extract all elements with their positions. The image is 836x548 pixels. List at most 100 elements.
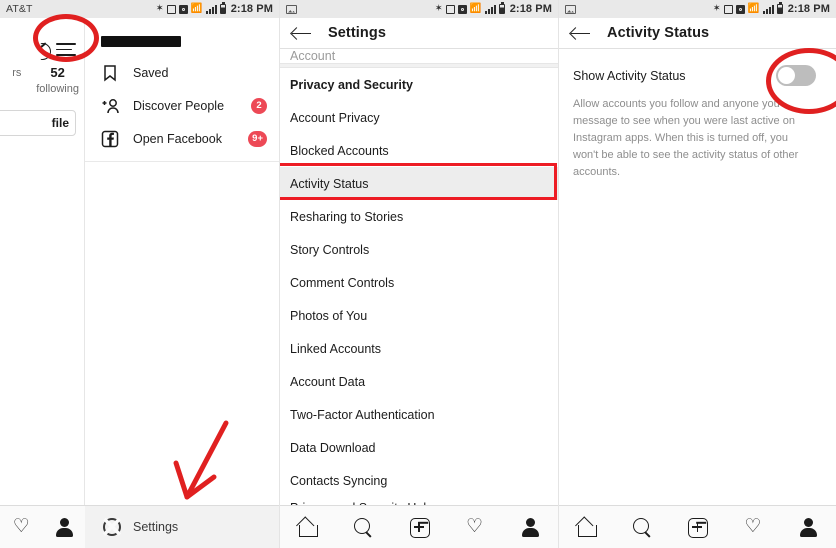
add-post-icon[interactable]: [686, 516, 709, 538]
back-arrow-icon[interactable]: [292, 26, 312, 40]
back-arrow-icon[interactable]: [571, 26, 591, 40]
settings-label: Settings: [133, 520, 179, 534]
drawer-item-discover-people[interactable]: Discover People 2: [85, 89, 279, 122]
bottom-nav-partial-1: ♡: [0, 505, 85, 548]
image-notification-icon: [286, 4, 297, 14]
profile-summary-clipped: 2 rs 52 following file: [0, 18, 103, 548]
bluetooth-icon: ✶: [155, 3, 164, 15]
bottom-nav-2: ♡: [280, 505, 558, 548]
clock-time: 2:18 PM: [787, 3, 830, 15]
person-icon[interactable]: [519, 516, 541, 538]
settings-item-blocked-accounts[interactable]: Blocked Accounts: [280, 134, 558, 167]
add-post-icon[interactable]: [408, 516, 430, 538]
facebook-icon: [101, 130, 119, 148]
drawer-label-discover-people: Discover People: [133, 98, 225, 113]
settings-item-linked-accounts[interactable]: Linked Accounts: [280, 332, 558, 365]
discover-people-badge: 2: [251, 97, 267, 114]
settings-scroll-area[interactable]: Account Privacy and Security Account Pri…: [280, 49, 558, 548]
bluetooth-icon: ✶: [712, 3, 721, 15]
show-activity-status-row[interactable]: Show Activity Status: [559, 49, 836, 86]
heart-icon[interactable]: ♡: [464, 516, 486, 538]
settings-item-cutoff[interactable]: Account: [280, 49, 558, 63]
bookmark-icon: [101, 64, 119, 82]
settings-item-two-factor-authentication[interactable]: Two-Factor Authentication: [280, 398, 558, 431]
show-activity-status-label: Show Activity Status: [573, 68, 686, 83]
drawer-top-icons: 2: [34, 38, 103, 64]
add-person-icon: [101, 97, 119, 115]
following-label: following: [36, 83, 79, 95]
status-bar-icons-2: ✶ 📶 2:18 PM: [434, 2, 552, 15]
status-bar-left-3: [565, 4, 576, 14]
followers-label: rs: [12, 67, 22, 79]
bluetooth-icon: ✶: [434, 3, 443, 15]
status-bar-3: ✶ 📶 2:18 PM: [559, 0, 836, 18]
settings-item-resharing-to-stories[interactable]: Resharing to Stories: [280, 200, 558, 233]
heart-icon[interactable]: ♡: [10, 516, 32, 538]
wifi-icon: 📶: [469, 3, 482, 15]
activity-status-description: Allow accounts you follow and anyone you…: [573, 98, 799, 178]
settings-item-account-data[interactable]: Account Data: [280, 365, 558, 398]
clock-time: 2:18 PM: [509, 3, 552, 15]
panel-activity-status: ✶ 📶 2:18 PM Activity Status Show Activit…: [558, 0, 836, 548]
edit-profile-label: file: [51, 116, 69, 130]
nfc-icon: [723, 4, 733, 14]
search-icon[interactable]: [631, 516, 653, 538]
followers-stat[interactable]: rs: [12, 65, 26, 97]
activity-status-toggle[interactable]: [776, 65, 816, 86]
drawer-menu: Saved Discover People 2 Open Facebook 9+: [85, 18, 279, 548]
edit-profile-button[interactable]: file: [0, 110, 76, 136]
person-icon[interactable]: [797, 516, 819, 538]
toggle-knob: [778, 67, 795, 84]
activity-status-body: Show Activity Status Allow accounts you …: [559, 49, 836, 548]
page-title: Settings: [328, 25, 386, 41]
settings-item-contacts-syncing[interactable]: Contacts Syncing: [280, 464, 558, 497]
alarm-icon: [735, 4, 745, 14]
person-icon[interactable]: [53, 516, 75, 538]
drawer-label-saved: Saved: [133, 65, 169, 80]
profile-stats: rs 52 following: [0, 65, 85, 97]
drawer-item-list: Saved Discover People 2 Open Facebook 9+: [85, 56, 279, 162]
settings-item-photos-of-you[interactable]: Photos of You: [280, 299, 558, 332]
following-stat[interactable]: 52 following: [36, 65, 79, 97]
clock-time: 2:18 PM: [230, 3, 273, 15]
drawer-label-open-facebook: Open Facebook: [133, 131, 222, 146]
gear-icon: [103, 518, 121, 536]
heart-icon[interactable]: ♡: [742, 516, 764, 538]
redacted-username: [101, 36, 181, 47]
wifi-icon: 📶: [190, 3, 203, 15]
battery-icon: [498, 2, 505, 14]
status-bar-left-2: [286, 4, 297, 14]
settings-item-account-privacy[interactable]: Account Privacy: [280, 101, 558, 134]
image-notification-icon: [565, 4, 576, 14]
three-panel-tutorial-screenshot: AT&T ✶ 📶 2:18 PM 2: [0, 0, 836, 548]
hamburger-menu-icon[interactable]: 2: [56, 38, 103, 57]
battery-icon: [219, 2, 226, 14]
following-count: 52: [50, 65, 65, 80]
bottom-nav-3: ♡: [559, 505, 836, 548]
status-bar-1: AT&T ✶ 📶 2:18 PM: [0, 0, 279, 18]
drawer-item-open-facebook[interactable]: Open Facebook 9+: [85, 122, 279, 155]
status-bar-2: ✶ 📶 2:18 PM: [280, 0, 558, 18]
settings-item-data-download[interactable]: Data Download: [280, 431, 558, 464]
activity-status-app-bar: Activity Status: [559, 18, 836, 49]
settings-sheet-row[interactable]: Settings: [85, 505, 279, 548]
drawer-body: 2 rs 52 following file: [0, 18, 279, 548]
home-icon[interactable]: [576, 516, 598, 538]
panel-settings-list: ✶ 📶 2:18 PM Settings Account Privacy and…: [279, 0, 558, 548]
settings-item-privacy-and-security[interactable]: Privacy and Security: [280, 68, 558, 101]
nfc-icon: [166, 4, 176, 14]
home-icon[interactable]: [297, 516, 319, 538]
page-title: Activity Status: [607, 25, 710, 41]
alarm-icon: [457, 4, 467, 14]
carrier-label: AT&T: [6, 3, 33, 15]
drawer-divider: [85, 161, 279, 162]
panel-profile-drawer: AT&T ✶ 📶 2:18 PM 2: [0, 0, 279, 548]
signal-icon: [484, 4, 496, 14]
search-icon[interactable]: [352, 516, 374, 538]
drawer-item-saved[interactable]: Saved: [85, 56, 279, 89]
settings-item-story-controls[interactable]: Story Controls: [280, 233, 558, 266]
status-bar-icons-3: ✶ 📶 2:18 PM: [712, 2, 830, 15]
settings-item-comment-controls[interactable]: Comment Controls: [280, 266, 558, 299]
wifi-icon: 📶: [747, 3, 760, 15]
settings-item-activity-status[interactable]: Activity Status: [280, 167, 558, 200]
